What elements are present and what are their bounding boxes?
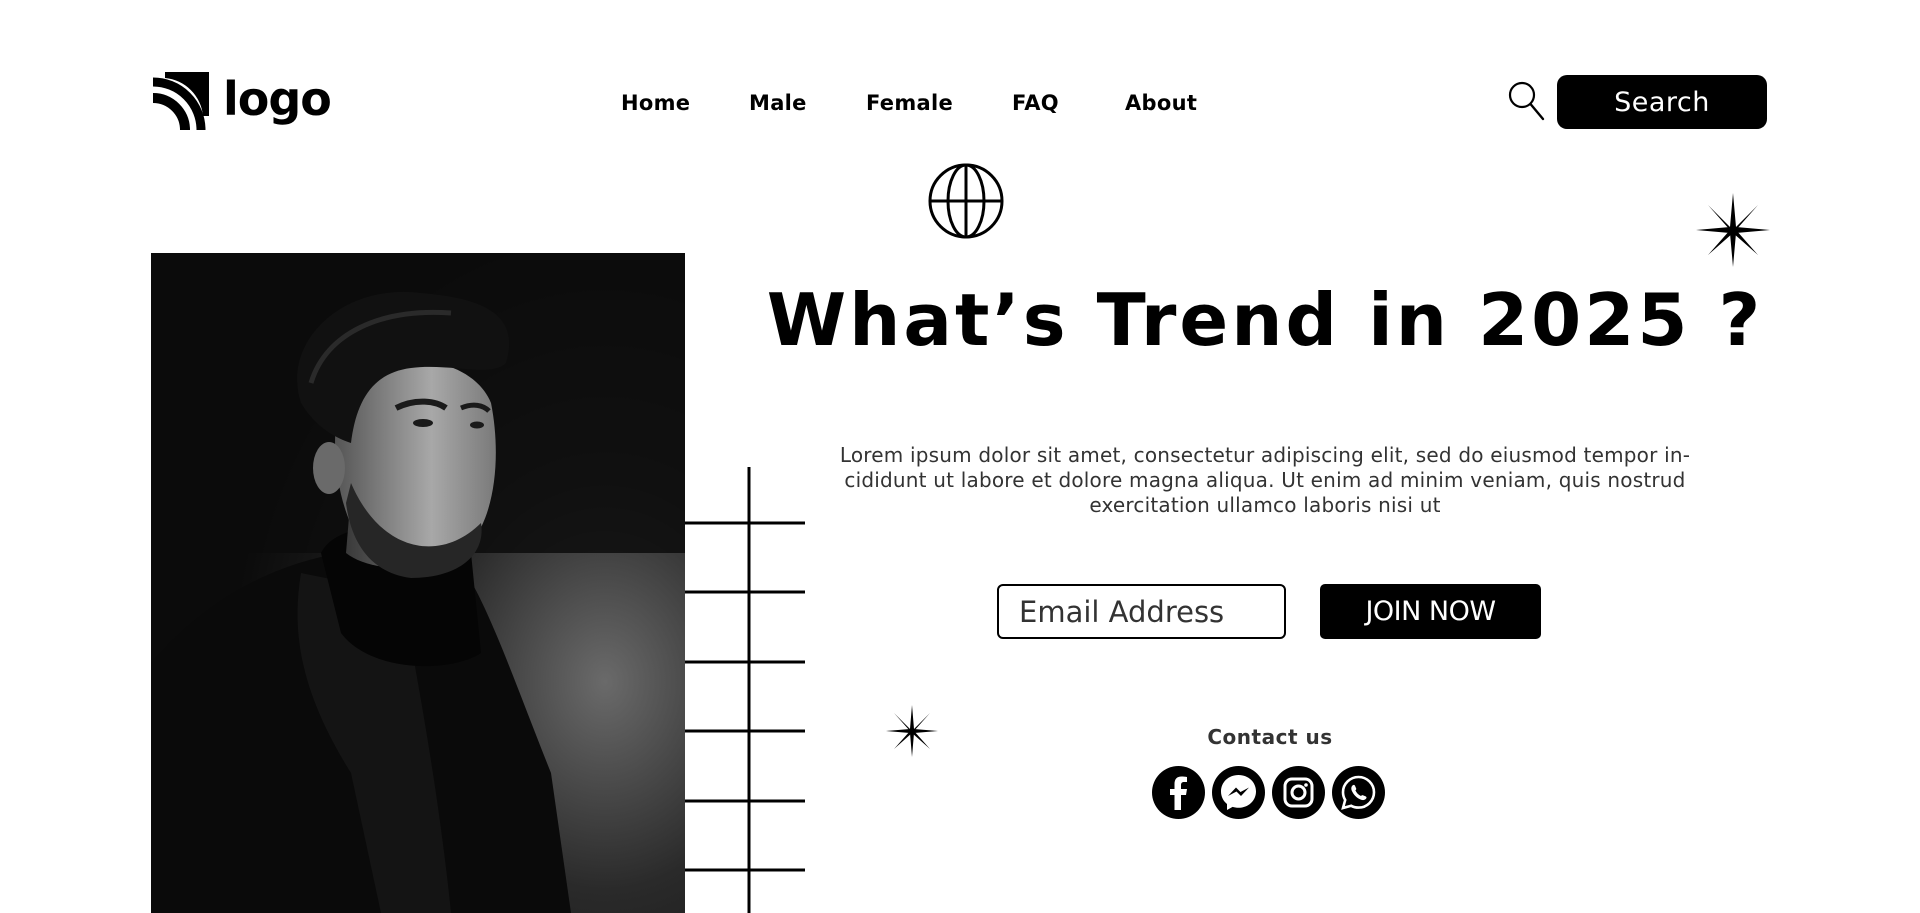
nav-female[interactable]: Female	[866, 91, 1012, 115]
nav-faq[interactable]: FAQ	[1012, 91, 1125, 115]
main-nav: Home Male Female FAQ About	[621, 91, 1205, 115]
landing-page: logo Home Male Female FAQ About Search W…	[0, 0, 1920, 913]
messenger-icon[interactable]	[1212, 766, 1265, 819]
logo-text: logo	[223, 72, 332, 126]
search-icon[interactable]	[1508, 81, 1546, 121]
facebook-icon[interactable]	[1152, 766, 1205, 819]
sparkle-icon	[1696, 193, 1770, 267]
grid-lines-decoration	[683, 467, 805, 913]
nav-male[interactable]: Male	[749, 91, 866, 115]
logo-mark-icon	[152, 72, 209, 131]
nav-home[interactable]: Home	[621, 91, 749, 115]
social-links	[1152, 766, 1385, 819]
hero-photo	[151, 253, 685, 913]
hero-title: What’s Trend in 2025 ?	[766, 278, 1764, 362]
hero-description: Lorem ipsum dolor sit amet, consectetur …	[839, 443, 1691, 517]
email-field[interactable]	[997, 584, 1286, 639]
search-button[interactable]: Search	[1557, 75, 1767, 129]
globe-icon	[928, 163, 1004, 239]
nav-about[interactable]: About	[1125, 91, 1205, 115]
sparkle-small-icon	[886, 705, 938, 757]
join-now-button[interactable]: JOIN NOW	[1320, 584, 1541, 639]
whatsapp-icon[interactable]	[1332, 766, 1385, 819]
logo[interactable]: logo	[151, 72, 332, 132]
instagram-icon[interactable]	[1272, 766, 1325, 819]
contact-label: Contact us	[1207, 725, 1333, 749]
